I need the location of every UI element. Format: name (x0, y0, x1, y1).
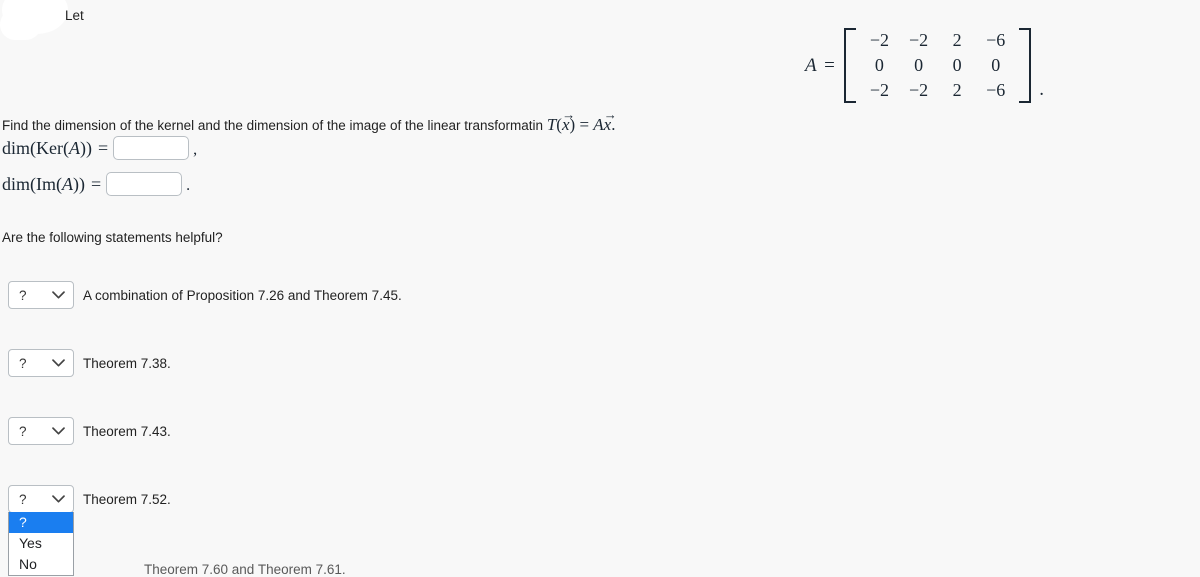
dropdown-option-question[interactable]: ? (9, 512, 73, 533)
intro-text: Let (65, 8, 84, 23)
statement-text-0: A combination of Proposition 7.26 and Th… (83, 287, 402, 303)
statement-select-value-3: ? (19, 491, 27, 507)
helpful-statements-question: Are the following statements helpful? (2, 230, 223, 245)
matrix-left-bracket (843, 28, 856, 103)
matrix-cell: −6 (986, 30, 1006, 50)
chevron-down-icon (52, 291, 65, 300)
statement-row-3: ? Theorem 7.52. (8, 485, 171, 513)
vector-arrow-icon: → (561, 106, 576, 122)
chevron-down-icon (52, 359, 65, 368)
matrix-grid: −2 −2 2 −6 0 0 0 0 −2 −2 2 −6 (860, 28, 1015, 103)
question-prompt-text: Find the dimension of the kernel and the… (2, 118, 544, 133)
statement-row-1: ? Theorem 7.38. (8, 349, 171, 377)
kernel-label-suffix: )) (79, 137, 92, 158)
kernel-label: dim(Ker(A)) (2, 138, 92, 159)
matrix-cell: 0 (874, 55, 884, 75)
statement-select-0[interactable]: ? (8, 281, 74, 309)
transformation-equals: = (579, 115, 590, 134)
statement-row-2: ? Theorem 7.43. (8, 417, 171, 445)
transformation-x-vector-2: → x (604, 108, 617, 134)
matrix-right-bracket (1019, 28, 1032, 103)
kernel-trailing-punct: , (193, 141, 198, 158)
statement-select-value-2: ? (19, 423, 27, 439)
answer-row-image: dim(Im(A)) = . (2, 172, 190, 196)
question-prompt: Find the dimension of the kernel and the… (2, 108, 617, 135)
clipped-bottom-statement-text: Theorem 7.60 and Theorem 7.61. (144, 562, 346, 577)
statement-select-3[interactable]: ? (8, 485, 74, 513)
image-dimension-input[interactable] (106, 172, 183, 196)
image-equals-sign: = (91, 173, 102, 194)
matrix-cell: −2 (869, 80, 889, 100)
statement-select-value-0: ? (19, 287, 27, 303)
matrix-definition: A = −2 −2 2 −6 0 0 0 0 −2 −2 2 −6 . (805, 28, 1044, 103)
answer-row-kernel: dim(Ker(A)) = , (2, 136, 197, 160)
matrix-cell: 0 (914, 55, 924, 75)
statement-text-3: Theorem 7.52. (83, 491, 171, 507)
transformation-T: T (546, 115, 557, 134)
blob-shape-primary (2, 0, 68, 34)
kernel-label-var: A (68, 137, 80, 158)
statement-text-1: Theorem 7.38. (83, 355, 171, 371)
matrix-cell: −2 (869, 30, 889, 50)
matrix-trailing-period: . (1039, 79, 1045, 100)
matrix-row: −2 −2 2 −6 (860, 78, 1015, 103)
matrix-cell: 2 (952, 80, 962, 100)
statement-select-2[interactable]: ? (8, 417, 74, 445)
matrix-cell: 0 (991, 55, 1001, 75)
kernel-dimension-input[interactable] (113, 136, 190, 160)
matrix-cell: −2 (908, 30, 929, 50)
dropdown-option-no[interactable]: No (9, 554, 73, 575)
chevron-down-icon (52, 427, 65, 436)
transformation-A: A (593, 115, 604, 134)
matrix-name: A (805, 54, 818, 76)
matrix-cell: −6 (986, 80, 1006, 100)
image-label: dim(Im(A)) (2, 174, 85, 195)
statement-text-2: Theorem 7.43. (83, 423, 171, 439)
image-trailing-punct: . (186, 177, 191, 194)
chevron-down-icon (52, 495, 65, 504)
vector-arrow-icon: → (603, 106, 617, 122)
matrix-cell: 0 (952, 55, 962, 75)
statement-row-0: ? A combination of Proposition 7.26 and … (8, 281, 402, 309)
matrix-cell: −2 (908, 80, 929, 100)
matrix-cell: 2 (952, 30, 962, 50)
image-label-suffix: )) (73, 173, 85, 194)
matrix-row: −2 −2 2 −6 (860, 28, 1015, 53)
transformation-x-vector: → x (562, 108, 575, 134)
matrix-row: 0 0 0 0 (860, 53, 1015, 78)
matrix-equals-sign: = (824, 54, 835, 76)
kernel-label-prefix: dim(Ker( (2, 137, 69, 158)
dropdown-option-yes[interactable]: Yes (9, 533, 73, 554)
image-label-var: A (62, 173, 73, 194)
image-label-prefix: dim(Im( (2, 173, 62, 194)
kernel-equals-sign: = (97, 137, 109, 158)
statement-select-1[interactable]: ? (8, 349, 74, 377)
statement-select-3-options[interactable]: ? Yes No (8, 512, 74, 576)
blob-shape-secondary (0, 8, 42, 40)
statement-select-value-1: ? (19, 355, 27, 371)
transformation-formula: T(→ x) = A → x. (546, 108, 617, 134)
